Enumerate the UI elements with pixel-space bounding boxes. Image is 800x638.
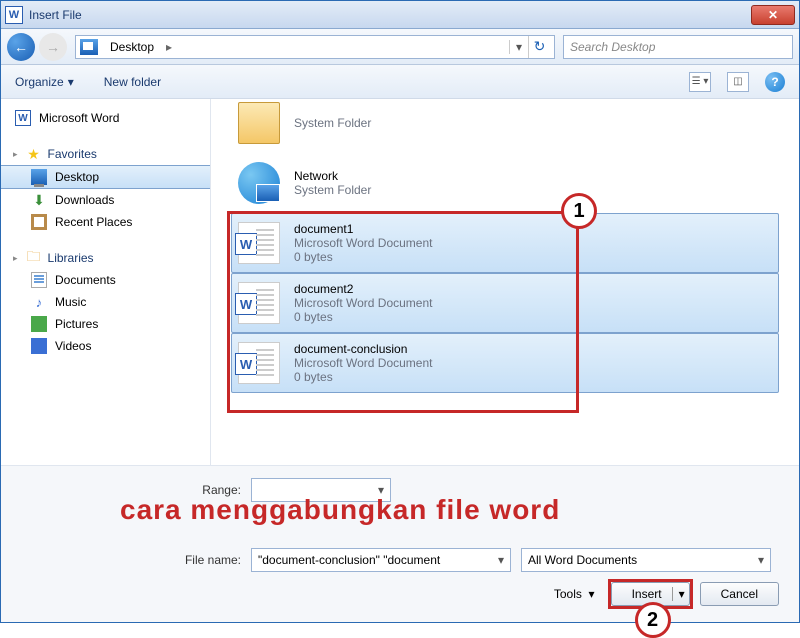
nav-bar: ← → Desktop ▸ ▾ ↻ Search Desktop: [1, 29, 799, 65]
sidebar-group-favorites[interactable]: ★ Favorites: [1, 143, 210, 165]
view-options-button[interactable]: ☰ ▾: [689, 72, 711, 92]
folder-icon: [238, 102, 280, 144]
annotation-marker-2: 2: [635, 602, 671, 638]
search-input[interactable]: Search Desktop: [563, 35, 793, 59]
music-icon: ♪: [31, 294, 47, 310]
download-icon: ⬇: [31, 192, 47, 208]
titlebar: W Insert File ✕: [1, 1, 799, 29]
search-placeholder: Search Desktop: [570, 40, 655, 54]
back-button[interactable]: ←: [7, 33, 35, 61]
sidebar-item-desktop[interactable]: Desktop: [1, 165, 210, 189]
desktop-icon: [31, 169, 47, 185]
chevron-right-icon[interactable]: ▸: [160, 40, 178, 54]
word-doc-icon: [238, 282, 280, 324]
documents-icon: [31, 272, 47, 288]
videos-icon: [31, 338, 47, 354]
tools-button[interactable]: Tools ▾: [554, 587, 595, 601]
dialog-title: Insert File: [29, 8, 751, 22]
chevron-down-icon[interactable]: ▾: [672, 587, 685, 601]
sidebar-item-recent[interactable]: Recent Places: [1, 211, 210, 233]
sidebar-item-word[interactable]: W Microsoft Word: [1, 107, 210, 129]
insert-file-dialog: W Insert File ✕ ← → Desktop ▸ ▾ ↻ Search…: [0, 0, 800, 623]
word-app-icon: W: [5, 6, 23, 24]
file-pane[interactable]: System Folder Network System Folder 1 do…: [211, 99, 799, 465]
annotation-overlay-text: cara menggabungkan file word: [120, 494, 560, 526]
filetype-filter[interactable]: All Word Documents: [521, 548, 771, 572]
toolbar: Organize ▾ New folder ☰ ▾ ◫ ?: [1, 65, 799, 99]
file-item-computer[interactable]: System Folder: [231, 99, 779, 153]
file-item[interactable]: document-conclusion Microsoft Word Docum…: [231, 333, 779, 393]
file-item[interactable]: document1 Microsoft Word Document 0 byte…: [231, 213, 779, 273]
sidebar: W Microsoft Word ★ Favorites Desktop ⬇ D…: [1, 99, 211, 465]
word-doc-icon: [238, 342, 280, 384]
preview-pane-button[interactable]: ◫: [727, 72, 749, 92]
sidebar-item-videos[interactable]: Videos: [1, 335, 210, 357]
sidebar-item-pictures[interactable]: Pictures: [1, 313, 210, 335]
refresh-button[interactable]: ↻: [528, 36, 550, 58]
cancel-button[interactable]: Cancel: [700, 582, 779, 606]
new-folder-button[interactable]: New folder: [104, 75, 161, 89]
recent-icon: [31, 214, 47, 230]
word-icon: W: [15, 110, 31, 126]
filename-input[interactable]: "document-conclusion" "document: [251, 548, 511, 572]
forward-button: →: [39, 33, 67, 61]
libraries-icon: 🗀: [26, 250, 42, 266]
organize-button[interactable]: Organize ▾: [15, 75, 74, 89]
sidebar-item-documents[interactable]: Documents: [1, 269, 210, 291]
chevron-down-icon: ▾: [68, 75, 74, 89]
close-button[interactable]: ✕: [751, 5, 795, 25]
sidebar-item-downloads[interactable]: ⬇ Downloads: [1, 189, 210, 211]
file-item-network[interactable]: Network System Folder: [231, 153, 779, 213]
annotation-marker-1: 1: [561, 193, 597, 229]
bottom-panel: Range: File name: "document-conclusion" …: [1, 465, 799, 622]
sidebar-group-libraries[interactable]: 🗀 Libraries: [1, 247, 210, 269]
file-item[interactable]: document2 Microsoft Word Document 0 byte…: [231, 273, 779, 333]
sidebar-item-music[interactable]: ♪ Music: [1, 291, 210, 313]
pictures-icon: [31, 316, 47, 332]
desktop-icon: [80, 39, 98, 55]
filename-label: File name:: [21, 553, 241, 567]
word-doc-icon: [238, 222, 280, 264]
dropdown-icon[interactable]: ▾: [509, 40, 528, 54]
breadcrumb[interactable]: Desktop ▸ ▾ ↻: [75, 35, 555, 59]
network-icon: [238, 162, 280, 204]
help-button[interactable]: ?: [765, 72, 785, 92]
star-icon: ★: [26, 146, 42, 162]
breadcrumb-location[interactable]: Desktop: [104, 40, 160, 54]
